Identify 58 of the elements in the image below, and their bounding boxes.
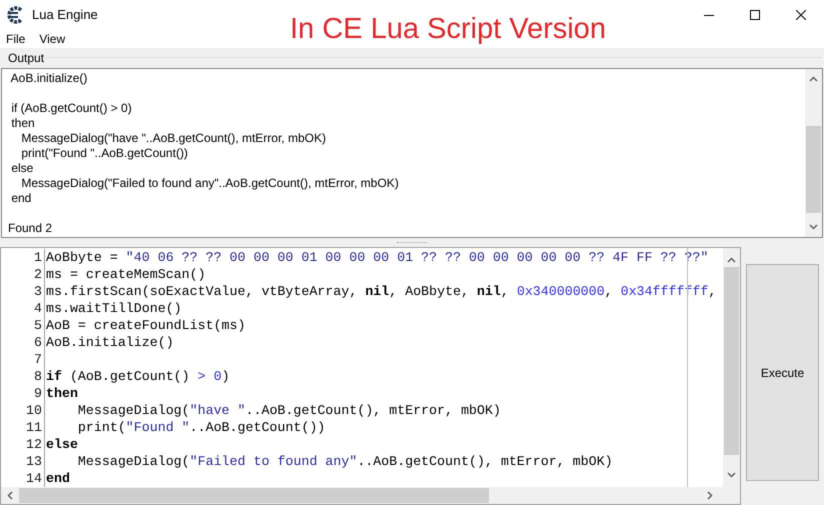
code-line: then (45, 385, 78, 402)
output-line: print("Found "..AoB.getCount()) (20, 146, 188, 160)
line-number: 7 (34, 352, 42, 367)
code-line: ms = createMemScan() (45, 266, 206, 283)
scrollbar-thumb[interactable] (19, 488, 489, 503)
output-line: else (10, 160, 34, 175)
line-number: 3 (34, 284, 42, 299)
code-line: AoB = createFoundList(ms) (45, 317, 246, 334)
line-number: 12 (26, 437, 42, 452)
code-line: MessageDialog("Failed to found any"..AoB.getCount(), mtError, mbOK) (76, 453, 613, 470)
vertical-scrollbar[interactable] (723, 248, 740, 487)
line-number: 2 (34, 267, 42, 282)
app-logo-icon (6, 6, 24, 24)
line-number: 5 (34, 318, 42, 333)
scroll-down-icon[interactable] (727, 472, 736, 478)
menu-item[interactable]: File (6, 30, 26, 48)
code-line: ms.firstScan(soExactValue, vtByteArray, nil, AoBbyte, nil, 0x340000000, 0x34fffffff, (45, 283, 716, 300)
code-line: MessageDialog("have "..AoB.getCount(), mtError, mbOK) (76, 402, 501, 419)
line-number: 10 (26, 403, 42, 418)
code-line: print("Found "..AoB.getCount()) (76, 419, 326, 436)
code-editor[interactable] (0, 247, 741, 505)
line-number: 8 (34, 369, 42, 384)
scroll-down-icon[interactable] (809, 224, 818, 230)
output-line: AoB.initialize() (10, 70, 88, 85)
execute-button[interactable]: Execute (746, 264, 819, 481)
line-number: 6 (34, 335, 42, 350)
scrollbar-thumb[interactable] (806, 126, 821, 213)
scroll-up-icon[interactable] (727, 257, 736, 263)
output-line: Found 2 (8, 220, 52, 235)
output-line: MessageDialog("Failed to found any"..AoB.getCount(), mtError, mbOK) (20, 176, 399, 190)
line-number: 4 (34, 301, 42, 316)
line-number: 11 (26, 420, 42, 435)
close-icon (796, 10, 806, 20)
output-line: MessageDialog("have "..AoB.getCount(), mtError, mbOK) (20, 130, 326, 145)
menu-item[interactable]: View (39, 30, 66, 48)
scrollbar-thumb[interactable] (724, 267, 739, 455)
code-line: AoB.initialize() (45, 334, 174, 351)
code-line: end (45, 470, 70, 487)
horizontal-scrollbar[interactable] (1, 487, 740, 504)
minimize-icon (704, 14, 714, 16)
line-number: 13 (26, 454, 42, 469)
scroll-up-icon[interactable] (809, 76, 818, 82)
line-number: 1 (34, 250, 42, 265)
output-label: Output (8, 50, 46, 67)
output-line: end (10, 190, 32, 205)
annotation-text: In CE Lua Script Version (290, 15, 606, 44)
code-line: if (AoB.getCount() > 0) (45, 368, 230, 385)
line-number: 14 (26, 471, 42, 486)
vertical-scrollbar[interactable] (805, 68, 822, 238)
scroll-right-icon[interactable] (707, 491, 713, 500)
code-line: else (45, 436, 78, 453)
output-line: then (10, 116, 35, 130)
output-line: if (AoB.getCount() > 0) (10, 100, 132, 115)
window-title: Lua Engine (32, 6, 98, 24)
code-line: ms.waitTillDone() (45, 300, 182, 317)
maximize-icon (750, 10, 760, 20)
scroll-left-icon[interactable] (7, 491, 13, 500)
line-number: 9 (34, 386, 42, 401)
